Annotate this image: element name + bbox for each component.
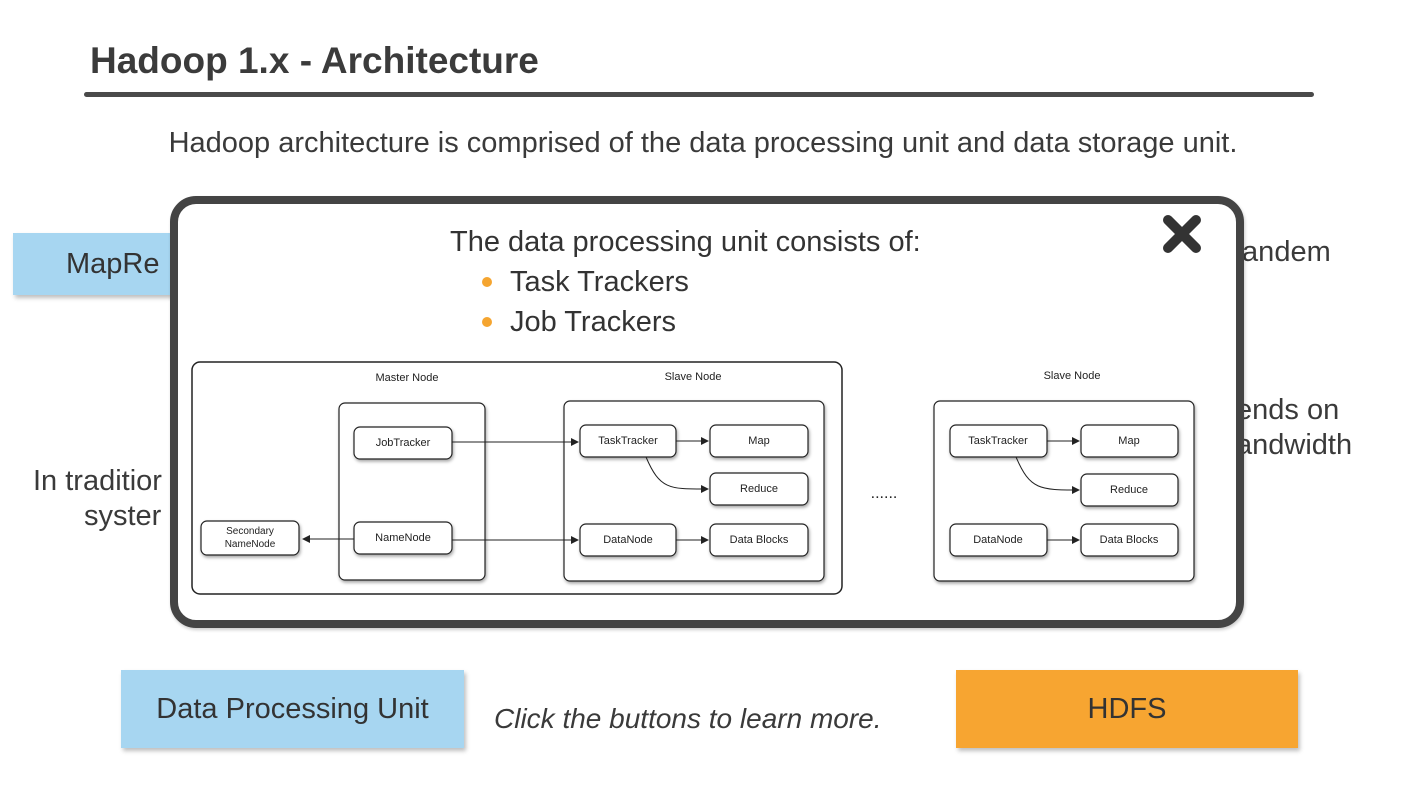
reduce-label-2: Reduce [1110, 484, 1148, 496]
job-tracker-label: JobTracker [376, 437, 431, 449]
secondary-name-node-label-line1: Secondary [226, 526, 274, 537]
data-processing-unit-button[interactable]: Data Processing Unit [121, 670, 464, 748]
master-node-title: Master Node [376, 372, 439, 384]
hdfs-button[interactable]: HDFS [956, 670, 1298, 748]
hdfs-button-label: HDFS [1087, 692, 1167, 725]
map-label-2: Map [1118, 435, 1139, 447]
data-processing-unit-button-label: Data Processing Unit [156, 692, 429, 725]
slave-node-title: Slave Node [665, 371, 722, 383]
ellipsis: ...... [871, 485, 898, 502]
name-node-label: NameNode [375, 532, 431, 544]
data-node-label-2: DataNode [973, 534, 1023, 546]
data-node-label: DataNode [603, 534, 653, 546]
task-tracker-label-2: TaskTracker [968, 435, 1028, 447]
secondary-name-node-label-line2: NameNode [225, 539, 276, 550]
slave-node-title-2: Slave Node [1044, 370, 1101, 382]
reduce-label: Reduce [740, 483, 778, 495]
data-blocks-label: Data Blocks [730, 534, 789, 546]
data-blocks-label-2: Data Blocks [1100, 534, 1159, 546]
map-label: Map [748, 435, 769, 447]
task-tracker-label: TaskTracker [598, 435, 658, 447]
instruction-hint: Click the buttons to learn more. [494, 703, 882, 734]
